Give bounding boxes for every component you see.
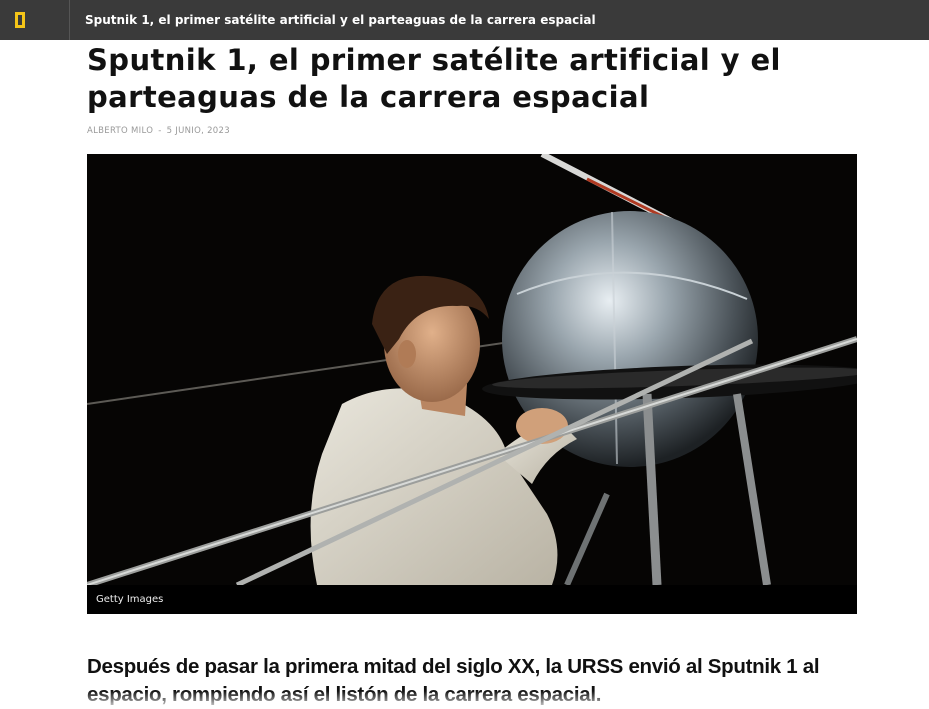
meta-separator: - <box>158 126 162 136</box>
top-navigation-bar: Sputnik 1, el primer satélite artificial… <box>0 0 929 40</box>
article-headline: Sputnik 1, el primer satélite artificial… <box>87 43 781 114</box>
author-link[interactable]: ALBERTO MILO <box>87 126 153 136</box>
topbar-article-title: Sputnik 1, el primer satélite artificial… <box>85 13 596 27</box>
article-lede: Después de pasar la primera mitad del si… <box>87 655 820 706</box>
nat-geo-logo-icon <box>14 12 25 28</box>
article-meta: ALBERTO MILO -5 JUNIO, 2023 <box>87 126 230 136</box>
publish-date: 5 JUNIO, 2023 <box>166 126 230 136</box>
image-caption: Getty Images <box>87 585 857 614</box>
image-credit: Getty Images <box>96 594 164 605</box>
sputnik-photo-illustration <box>87 154 857 585</box>
logo-link[interactable] <box>0 0 70 40</box>
hero-image <box>87 154 857 585</box>
